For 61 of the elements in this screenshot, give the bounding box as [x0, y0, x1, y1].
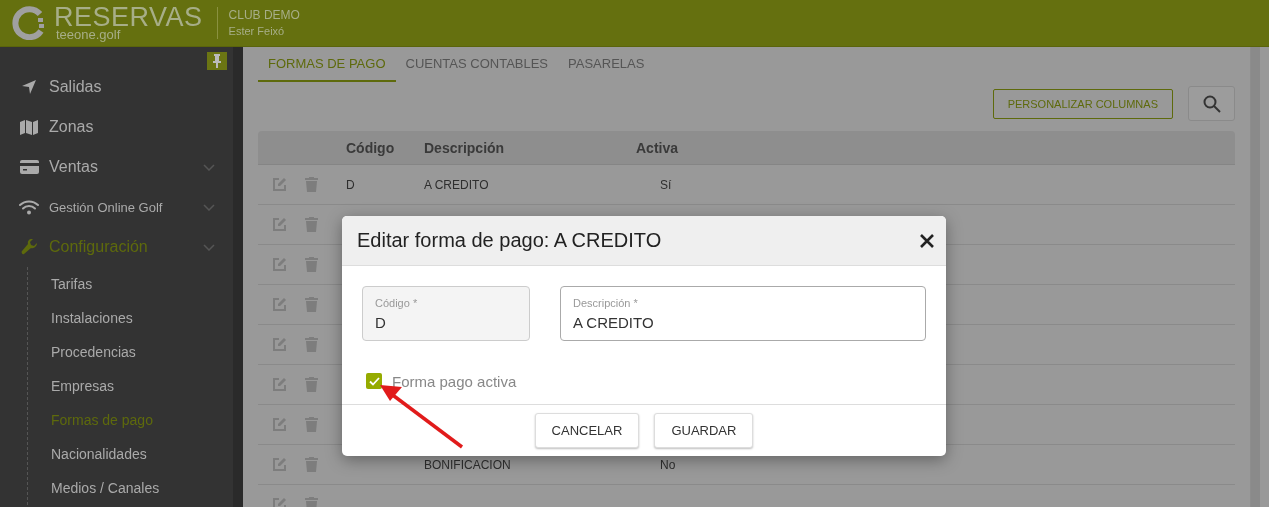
checkbox[interactable]	[366, 373, 382, 389]
column-header: Descripción	[424, 139, 505, 156]
edit-icon[interactable]	[272, 457, 287, 473]
search-icon[interactable]	[1202, 94, 1221, 113]
chevron-down-icon	[203, 163, 215, 171]
edit-icon[interactable]	[272, 377, 287, 393]
wrench-icon	[20, 238, 38, 256]
edit-icon[interactable]	[272, 297, 287, 313]
trash-icon[interactable]	[305, 337, 318, 353]
table-cell: A CREDITO	[424, 177, 489, 192]
checkbox-label: Forma pago activa	[392, 372, 517, 390]
trash-icon[interactable]	[305, 457, 318, 473]
trash-icon[interactable]	[305, 377, 318, 393]
edit-icon[interactable]	[272, 417, 287, 433]
table-cell: No	[660, 457, 676, 472]
pin-icon[interactable]	[213, 54, 221, 68]
chevron-down-icon	[203, 203, 215, 211]
sidebar-subitem[interactable]: Nacionalidades	[51, 437, 233, 471]
dialog-title: Editar forma de pago: A CREDITO	[357, 229, 662, 252]
trash-icon[interactable]	[305, 417, 318, 433]
sidebar-subitem[interactable]: Procedencias	[51, 335, 233, 369]
field-label: Descripción *	[573, 297, 639, 309]
trash-icon[interactable]	[305, 177, 318, 193]
user-name: Ester Feixó	[228, 24, 286, 39]
sidebar-subitem[interactable]: Empresas	[51, 369, 233, 403]
pin-button[interactable]	[207, 52, 227, 70]
club-name: CLUB DEMO	[228, 7, 300, 23]
column-header: Código	[346, 139, 395, 156]
app-title: RESERVAS	[54, 5, 203, 29]
text-field[interactable]: Descripción * A CREDITO	[560, 286, 926, 341]
ring-logo-icon	[12, 6, 46, 40]
trash-icon[interactable]	[305, 257, 318, 273]
trash-icon[interactable]	[305, 217, 318, 233]
sidebar-subitem[interactable]: Instalaciones	[51, 301, 233, 335]
map-icon	[20, 119, 38, 135]
dialog-button[interactable]: GUARDAR	[654, 413, 754, 448]
field-value[interactable]: A CREDITO	[573, 314, 913, 331]
field-label: Código *	[375, 297, 419, 309]
app-subtitle: teeone.golf	[56, 29, 122, 41]
search-button[interactable]	[1188, 86, 1235, 122]
sidebar-item[interactable]: Zonas	[0, 107, 233, 147]
table-cell: Sí	[660, 177, 672, 192]
scrollbar[interactable]	[1250, 47, 1260, 507]
trash-icon[interactable]	[305, 297, 318, 313]
credit-card-icon	[19, 160, 39, 174]
sidebar-item[interactable]: Gestión Online Golf	[0, 187, 233, 227]
wifi-icon	[19, 199, 39, 215]
dialog-button[interactable]: CANCELAR	[534, 413, 640, 448]
table-cell: BONIFICACION	[424, 457, 511, 472]
sidebar-subitem[interactable]: Tarifas	[51, 267, 233, 301]
edit-icon[interactable]	[272, 177, 287, 193]
sidebar-subitem[interactable]: Medios / Canales	[51, 471, 233, 505]
edit-icon[interactable]	[272, 337, 287, 353]
chevron-down-icon	[203, 243, 215, 251]
sidebar-item[interactable]: Salidas	[0, 67, 233, 107]
navigation-arrow-icon	[21, 79, 37, 95]
edit-icon[interactable]	[272, 257, 287, 273]
table-cell: D	[346, 177, 355, 192]
column-header: Activa	[636, 139, 679, 156]
sidebar-item[interactable]: Ventas	[0, 147, 233, 187]
edit-icon[interactable]	[272, 217, 287, 233]
